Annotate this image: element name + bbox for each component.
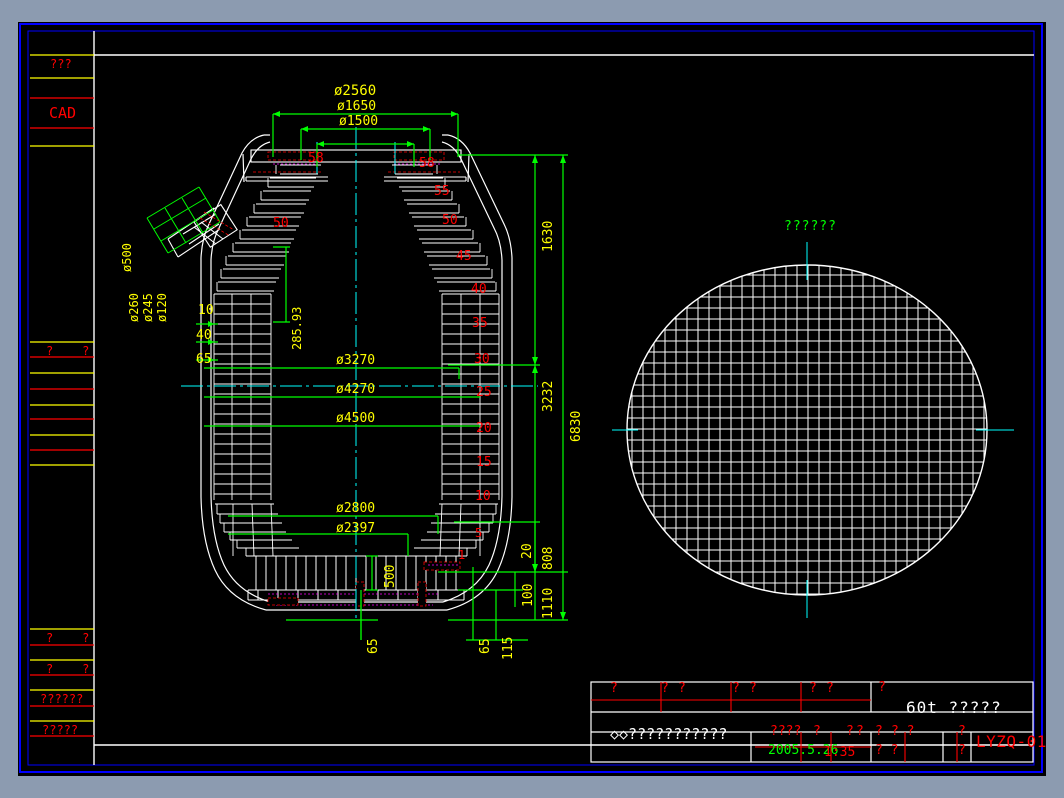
dim-bot-2397: ø2397 [336, 521, 376, 536]
tb-scale: 1:35 [824, 745, 856, 760]
cad-canvas[interactable]: ??? CAD ? ? ? ? ? ? ?????? ????? ø2560 ø… [18, 22, 1046, 776]
dim-mid-4500: ø4500 [336, 411, 376, 426]
course-num-1: 1 [458, 548, 466, 562]
dim-mid-4270: ø4270 [336, 382, 376, 397]
tb-mark-3: ? [732, 681, 740, 696]
dim-thk-65: 65 [196, 352, 212, 367]
plan-view-title: ?????? [784, 219, 837, 234]
tb-mark-7: ? [878, 680, 886, 695]
course-num-40: 40 [471, 282, 487, 297]
dim-bottom-115: 115 [501, 636, 516, 660]
dim-thk-10: 10 [198, 303, 214, 318]
dim-h-1630: 1630 [541, 220, 556, 252]
course-num-55: 55 [434, 184, 450, 199]
course-num-10: 10 [475, 489, 491, 504]
tb-mark-4: ? [749, 681, 757, 696]
vessel-section-geometry [146, 111, 568, 641]
tb-mark-2: ? [678, 681, 686, 696]
tb-sheet-1: ? [958, 743, 966, 758]
course-num-left-50: 50 [273, 216, 289, 231]
screen: ??? CAD ? ? ? ? ? ? ?????? ????? ø2560 ø… [0, 0, 1064, 798]
dim-nozzle-245: ø245 [141, 293, 155, 322]
dim-h-100: 100 [521, 583, 536, 607]
tb-mark-col-1: ? [846, 724, 854, 739]
dim-h-3232: 3232 [541, 380, 556, 412]
course-num-25: 25 [476, 385, 492, 400]
tb-mark-col-4: ? ? [891, 724, 915, 739]
plan-view-geometry [612, 242, 1014, 618]
dim-top-2560: ø2560 [334, 83, 377, 99]
tb-mark-col-5: ? ? [875, 743, 899, 758]
dim-top-1500: ø1500 [339, 114, 379, 129]
dim-nozzle-500: ø500 [120, 243, 134, 272]
dim-h-1110: 1110 [541, 587, 556, 619]
tb-mark-col-0: ? [813, 724, 821, 739]
tb-mark-6: ? [826, 681, 834, 696]
course-num-20: 20 [476, 421, 492, 436]
course-num-58: 58 [419, 156, 435, 171]
tb-company: ◇◇??????????? [610, 725, 728, 743]
dim-mid-3270: ø3270 [336, 353, 376, 368]
dim-bottom-65b: 65 [478, 638, 493, 654]
dim-h-6830: 6830 [569, 410, 584, 442]
dim-nozzle-260: ø260 [127, 293, 141, 322]
tb-mark-5: ? [809, 681, 817, 696]
tb-mark-1: ? [661, 681, 669, 696]
dim-nozzle-120: ø120 [155, 293, 169, 322]
course-num-30: 30 [474, 352, 490, 367]
tb-mark-col-2: ? [856, 724, 864, 739]
dim-nozzle-offset: 285.93 [290, 306, 304, 350]
course-num-left-58: 58 [308, 151, 324, 166]
dim-top-1650: ø1650 [337, 99, 377, 114]
dim-bottom-65a: 65 [366, 638, 381, 654]
course-num-15: 15 [476, 455, 492, 470]
course-num-45: 45 [456, 249, 472, 264]
tb-mark-0: ? [610, 681, 618, 696]
course-num-50: 50 [442, 213, 458, 228]
dim-h-808: 808 [541, 546, 556, 570]
tb-drawing-title: 60t ????? [906, 698, 1002, 717]
tb-mark-col-3: ? [875, 724, 883, 739]
dim-bot-2800: ø2800 [336, 501, 376, 516]
tb-stage-label: ???? [770, 724, 802, 739]
course-num-5: 5 [475, 526, 483, 540]
dim-h-20: 20 [520, 543, 535, 559]
course-num-35: 35 [472, 316, 488, 331]
dim-thk-40: 40 [196, 328, 212, 343]
dim-hearth-500: 500 [383, 564, 398, 588]
tb-sheet-0: ? [958, 724, 966, 739]
tb-drawing-number: LYZQ-01 [976, 732, 1047, 751]
